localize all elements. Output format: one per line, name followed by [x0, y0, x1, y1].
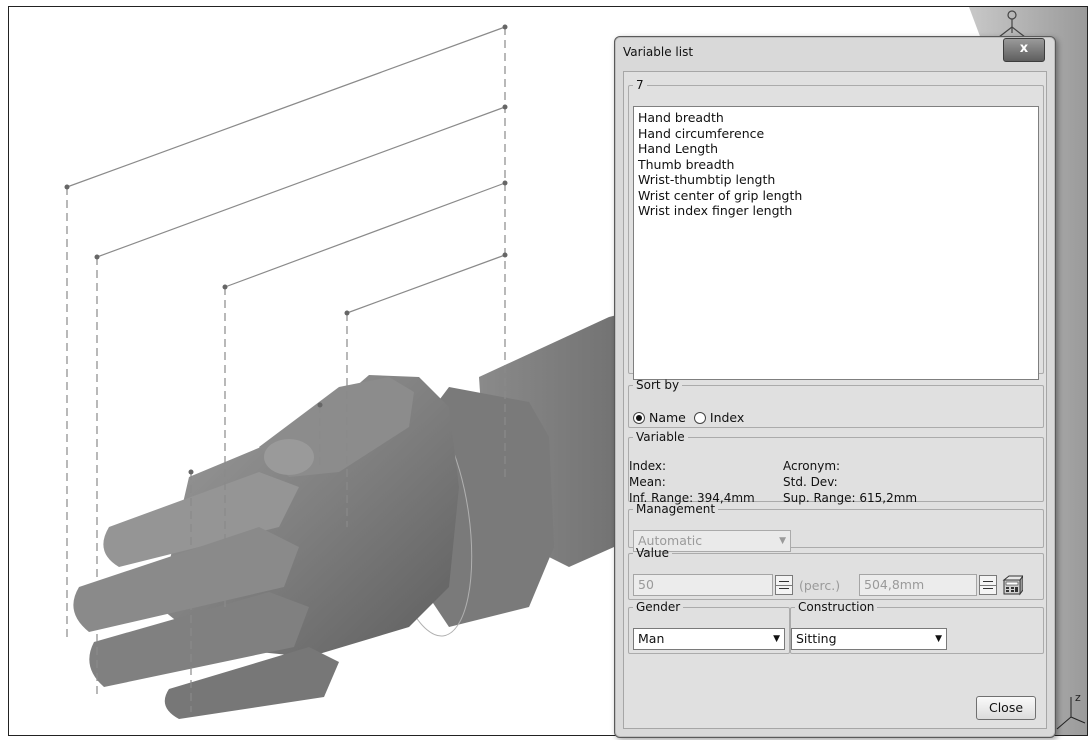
sort-name-radio[interactable] [633, 411, 645, 424]
acronym-label: Acronym: [783, 459, 841, 473]
list-item[interactable]: Thumb breadth [638, 157, 1034, 173]
sort-index-label[interactable]: Index [710, 410, 744, 425]
construction-select[interactable]: Sitting ▼ [791, 628, 947, 650]
list-item[interactable]: Hand breadth [638, 110, 1034, 126]
mean-label: Mean: [629, 475, 666, 489]
std-dev-label: Std. Dev: [783, 475, 838, 489]
variable-list-group: 7 Hand breadth Hand circumference Hand L… [628, 78, 1044, 380]
variable-group-label: Variable [636, 430, 685, 444]
value-group: Value 50 (perc.) 504,8mm [628, 546, 1044, 600]
measure-spinner[interactable] [979, 575, 997, 595]
construction-label: Construction [798, 600, 875, 614]
calculator-icon[interactable] [1001, 574, 1023, 596]
index-label: Index: [629, 459, 667, 473]
management-label: Management [636, 502, 716, 516]
dialog-body: 7 Hand breadth Hand circumference Hand L… [623, 71, 1047, 729]
sort-by-group: Sort by Name Index [628, 378, 1044, 428]
list-item[interactable]: Hand circumference [638, 126, 1034, 142]
gender-select[interactable]: Man ▼ [633, 628, 785, 650]
sort-name-label[interactable]: Name [649, 410, 686, 425]
close-icon[interactable]: x [1003, 38, 1045, 62]
list-item[interactable]: Wrist center of grip length [638, 188, 1034, 204]
value-label: Value [636, 546, 669, 560]
dropdown-arrow-icon: ▼ [935, 634, 942, 644]
percentile-spinner[interactable] [775, 575, 793, 595]
construction-group: Construction Sitting ▼ [790, 600, 1044, 654]
axis-z-label: z [1075, 691, 1081, 704]
gender-value: Man [638, 631, 665, 646]
measure-input[interactable]: 504,8mm [859, 574, 977, 596]
percentile-unit-label: (perc.) [799, 578, 841, 593]
sort-by-label: Sort by [636, 378, 680, 392]
close-button[interactable]: Close [976, 696, 1036, 720]
list-item[interactable]: Hand Length [638, 141, 1034, 157]
percentile-input[interactable]: 50 [633, 574, 773, 596]
gender-group: Gender Man ▼ [628, 600, 790, 654]
gender-label: Gender [636, 600, 681, 614]
list-group-label: 7 [636, 78, 644, 92]
list-item[interactable]: Wrist-thumbtip length [638, 172, 1034, 188]
dropdown-arrow-icon: ▼ [773, 634, 780, 644]
sort-index-radio[interactable] [693, 411, 706, 424]
dialog-title: Variable list [623, 45, 694, 59]
management-group: Management Automatic ▼ [628, 502, 1044, 552]
variable-info-group: Variable Index: Acronym: Mean: Std. Dev:… [628, 430, 1044, 505]
variable-listbox[interactable]: Hand breadth Hand circumference Hand Len… [633, 106, 1039, 380]
variable-list-dialog: Variable list x 7 Hand breadth Hand circ… [614, 36, 1056, 738]
list-item[interactable]: Wrist index finger length [638, 203, 1034, 219]
construction-value: Sitting [796, 631, 837, 646]
